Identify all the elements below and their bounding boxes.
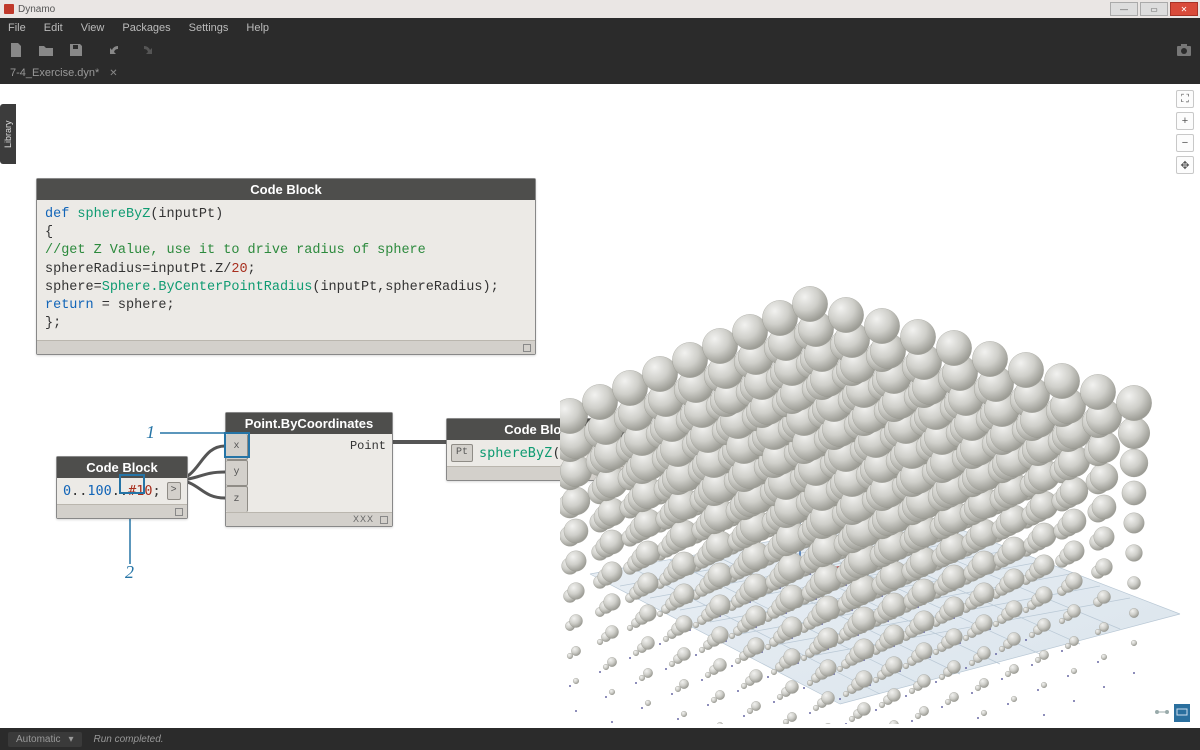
save-icon[interactable] [68, 42, 84, 58]
code-editor[interactable]: def sphereByZ(inputPt) { //get Z Value, … [37, 200, 535, 340]
window-titlebar: Dynamo — ▭ ✕ [0, 0, 1200, 18]
geometry-preview[interactable] [560, 84, 1200, 724]
menu-edit[interactable]: Edit [44, 22, 63, 34]
menu-packages[interactable]: Packages [122, 22, 170, 34]
menu-help[interactable]: Help [246, 22, 269, 34]
redo-icon[interactable] [138, 42, 154, 58]
menu-file[interactable]: File [8, 22, 26, 34]
minimize-button[interactable]: — [1110, 2, 1138, 16]
tabstrip: 7-4_Exercise.dyn* ✕ [0, 62, 1200, 84]
open-file-icon[interactable] [38, 42, 54, 58]
lacing-indicator: XXX [353, 514, 374, 524]
output-port[interactable]: > [167, 482, 181, 500]
input-port-z[interactable]: z [226, 486, 248, 512]
app-title: Dynamo [18, 4, 55, 15]
annotation-label-1: 1 [146, 422, 155, 443]
view-3d-icon[interactable] [1174, 704, 1190, 722]
node-header: Code Block [37, 179, 535, 200]
close-button[interactable]: ✕ [1170, 2, 1198, 16]
menubar: File Edit View Packages Settings Help [0, 18, 1200, 38]
view-mode-switch [1154, 704, 1190, 722]
toolbar [0, 38, 1200, 62]
input-port-pt[interactable]: Pt [451, 444, 473, 462]
new-file-icon[interactable] [8, 42, 24, 58]
menu-view[interactable]: View [81, 22, 105, 34]
node-header: Point.ByCoordinates [226, 413, 392, 434]
annotation-label-2: 2 [125, 562, 134, 583]
statusbar: Automatic ▾ Run completed. [0, 728, 1200, 750]
view-graph-icon[interactable] [1154, 704, 1170, 722]
screenshot-icon[interactable] [1176, 42, 1192, 58]
tab-close-icon[interactable]: ✕ [109, 68, 117, 79]
menu-settings[interactable]: Settings [189, 22, 229, 34]
status-message: Run completed. [94, 734, 164, 745]
undo-icon[interactable] [108, 42, 124, 58]
node-point-bycoordinates[interactable]: Point.ByCoordinates x y z Point XXX [225, 412, 393, 527]
tab-label: 7-4_Exercise.dyn* [10, 67, 99, 79]
annotation-highlight-1 [224, 432, 250, 458]
workspace-canvas[interactable]: Library ⛶ + − ✥ Code Block def sphereByZ… [0, 84, 1200, 728]
app-icon [4, 4, 14, 14]
input-port-y[interactable]: y [226, 460, 248, 486]
run-mode-dropdown[interactable]: Automatic ▾ [8, 732, 82, 747]
node-code-block-function[interactable]: Code Block def sphereByZ(inputPt) { //ge… [36, 178, 536, 355]
maximize-button[interactable]: ▭ [1140, 2, 1168, 16]
annotation-highlight-2 [119, 474, 145, 494]
document-tab[interactable]: 7-4_Exercise.dyn* ✕ [0, 62, 128, 84]
output-label: Point [350, 438, 386, 454]
library-tab[interactable]: Library [0, 104, 16, 164]
